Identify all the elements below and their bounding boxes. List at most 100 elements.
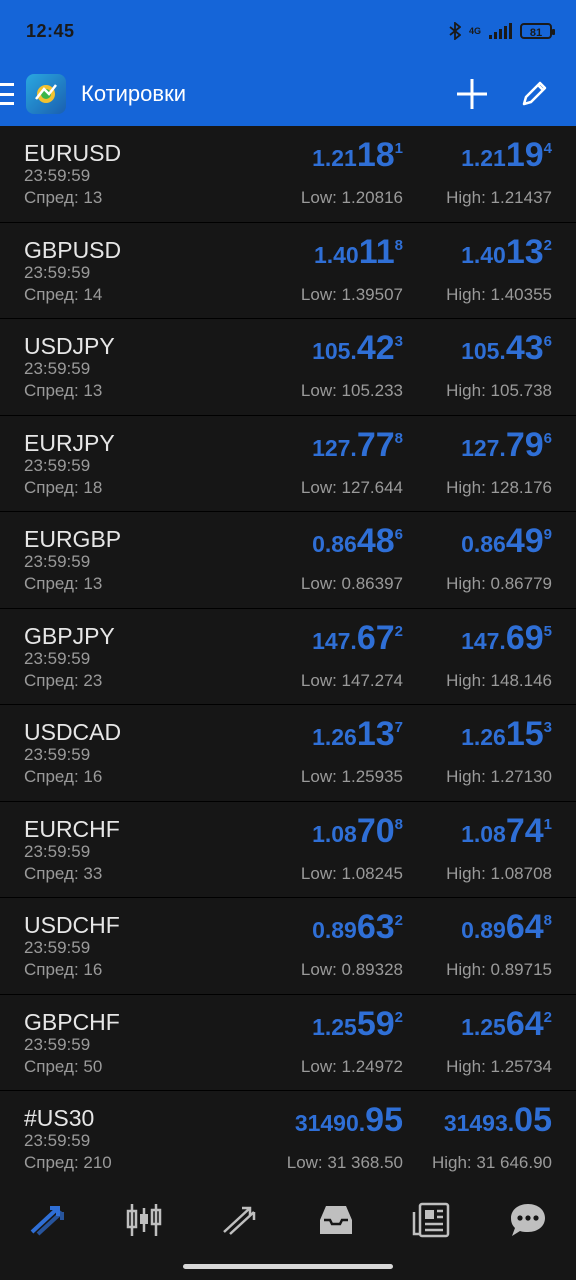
ask-price[interactable]: 1.25642 xyxy=(461,1005,552,1044)
app-logo xyxy=(26,74,66,114)
ask-price[interactable]: 1.21194 xyxy=(461,136,552,175)
signal-icon xyxy=(489,23,512,39)
bid-price-prefix: 31490. xyxy=(294,1110,366,1136)
bid-price-fraction: 2 xyxy=(394,1008,403,1026)
nav-chat[interactable] xyxy=(500,1200,556,1240)
bid-price-pips: 11 xyxy=(358,232,395,271)
quote-row[interactable]: GBPUSD 23:59:59 Спред: 14 1.40118 1.40132 Low… xyxy=(0,222,576,319)
add-symbol-button[interactable] xyxy=(452,74,492,114)
status-icons: 4G 81 xyxy=(449,22,555,40)
high-value: High: 0.86779 xyxy=(446,574,552,593)
quote-time: 23:59:59 xyxy=(24,745,91,764)
quote-time: 23:59:59 xyxy=(24,1131,91,1150)
home-indicator[interactable] xyxy=(183,1264,393,1269)
spread-value: Спред: 50 xyxy=(24,1056,103,1076)
ask-price-pips: 64 xyxy=(505,908,544,946)
bid-price[interactable]: 1.08708 xyxy=(312,812,403,851)
bid-price-pips: 67 xyxy=(356,618,395,657)
bid-price-fraction: 2 xyxy=(394,622,403,640)
quote-time: 23:59:59 xyxy=(24,262,91,282)
bid-price-pips: 18 xyxy=(356,136,395,174)
bid-price-prefix: 105. xyxy=(312,338,357,364)
spread-value: Спред: 16 xyxy=(24,767,103,786)
bid-price[interactable]: 147.672 xyxy=(312,619,403,658)
page-title: Котировки xyxy=(81,81,187,106)
nav-chart[interactable] xyxy=(116,1200,172,1240)
bid-price[interactable]: 0.86486 xyxy=(312,522,403,561)
quote-row[interactable]: EURJPY 23:59:59 Спред: 18 127.778 127.796 Low… xyxy=(0,415,576,512)
ask-price-fraction: 6 xyxy=(543,333,552,350)
ask-price[interactable]: 105.436 xyxy=(461,329,552,368)
ask-price[interactable]: 147.695 xyxy=(461,619,552,658)
symbol-name: EURCHF xyxy=(24,815,120,842)
quote-row[interactable]: GBPJPY 23:59:59 Спред: 23 147.672 147.695 Low… xyxy=(0,608,576,705)
ask-price[interactable]: 1.40132 xyxy=(461,233,552,272)
bid-price[interactable]: 1.26137 xyxy=(312,715,403,754)
ask-price[interactable]: 0.86499 xyxy=(461,522,552,561)
quote-row[interactable]: EURGBP 23:59:59 Спред: 13 0.86486 0.86499 Low… xyxy=(0,512,576,609)
bid-price[interactable]: 1.21181 xyxy=(312,136,403,175)
symbol-name: EURGBP xyxy=(24,526,122,552)
ask-price-prefix: 127. xyxy=(461,434,506,461)
history-icon xyxy=(320,1206,352,1234)
spread-value: Спред: 23 xyxy=(24,670,103,690)
bid-price-fraction: 8 xyxy=(394,429,403,447)
symbol-name: GBPUSD xyxy=(24,236,122,263)
high-value: High: 128.176 xyxy=(446,477,552,497)
ask-price-fraction: 3 xyxy=(543,719,552,736)
bid-price-fraction: 8 xyxy=(394,236,403,254)
ask-price-prefix: 1.21 xyxy=(461,145,506,171)
quote-row[interactable]: EURUSD 23:59:59 Спред: 13 1.21181 1.21194 Low… xyxy=(0,126,576,223)
high-value: High: 1.25734 xyxy=(446,1056,552,1076)
menu-icon[interactable] xyxy=(0,83,14,105)
ask-price[interactable]: 1.08741 xyxy=(461,812,552,851)
quote-row[interactable]: USDCAD 23:59:59 Спред: 16 1.26137 1.26153 Low… xyxy=(0,705,576,802)
high-value: High: 148.146 xyxy=(446,670,552,690)
high-value: High: 105.738 xyxy=(446,381,552,400)
ask-price-prefix: 1.25 xyxy=(461,1013,506,1040)
ask-price[interactable]: 0.89648 xyxy=(461,908,552,947)
edit-button[interactable] xyxy=(514,74,554,114)
bid-price[interactable]: 127.778 xyxy=(312,426,403,465)
ask-price-pips: 49 xyxy=(505,522,544,560)
quote-time: 23:59:59 xyxy=(24,841,91,861)
symbol-name: #US30 xyxy=(24,1105,95,1131)
nav-history[interactable] xyxy=(308,1200,364,1240)
symbol-name: GBPCHF xyxy=(24,1008,120,1035)
bid-price[interactable]: 105.423 xyxy=(312,329,403,368)
ask-price[interactable]: 31493.05 xyxy=(444,1101,552,1140)
quote-row[interactable]: #US30 23:59:59 Спред: 210 31490.95 31493.05 L… xyxy=(0,1091,576,1186)
ask-price-fraction: 6 xyxy=(543,429,552,447)
battery-icon: 81 xyxy=(520,23,555,39)
quote-row[interactable]: GBPCHF 23:59:59 Спред: 50 1.25592 1.25642 Low… xyxy=(0,994,576,1091)
nav-quotes[interactable] xyxy=(20,1200,76,1240)
low-value: Low: 1.25935 xyxy=(300,767,403,786)
ask-price[interactable]: 1.26153 xyxy=(461,715,552,754)
plus-icon xyxy=(457,79,487,109)
ask-price[interactable]: 127.796 xyxy=(461,426,552,465)
nav-trade[interactable] xyxy=(212,1200,268,1240)
quote-list[interactable]: EURUSD 23:59:59 Спред: 13 1.21181 1.21194 Low… xyxy=(0,126,576,1186)
bid-price[interactable]: 0.89632 xyxy=(312,908,403,947)
nav-news[interactable] xyxy=(404,1200,460,1240)
bid-price-fraction: 2 xyxy=(394,912,403,929)
low-value: Low: 127.644 xyxy=(300,477,403,497)
high-value: High: 31 646.90 xyxy=(431,1153,552,1172)
bid-price-pips: 95 xyxy=(365,1101,403,1139)
high-value: High: 1.08708 xyxy=(446,863,552,883)
status-time: 12:45 xyxy=(26,20,75,41)
symbol-name: EURJPY xyxy=(24,429,115,456)
quote-row[interactable]: EURCHF 23:59:59 Спред: 33 1.08708 1.08741 Low… xyxy=(0,801,576,898)
bid-price-pips: 42 xyxy=(356,329,395,367)
bid-price[interactable]: 1.40118 xyxy=(314,233,403,272)
symbol-name: EURUSD xyxy=(24,140,122,166)
bid-price[interactable]: 1.25592 xyxy=(312,1005,403,1044)
bid-price[interactable]: 31490.95 xyxy=(295,1101,403,1140)
quote-row[interactable]: USDJPY 23:59:59 Спред: 13 105.423 105.436 Low… xyxy=(0,319,576,416)
low-value: Low: 1.39507 xyxy=(300,284,403,304)
low-value: Low: 1.20816 xyxy=(300,188,403,207)
ask-price-fraction: 2 xyxy=(543,1008,552,1026)
symbol-name: USDCAD xyxy=(24,719,122,745)
symbol-name: USDCHF xyxy=(24,912,120,938)
quote-row[interactable]: USDCHF 23:59:59 Спред: 16 0.89632 0.89648 Low… xyxy=(0,898,576,995)
